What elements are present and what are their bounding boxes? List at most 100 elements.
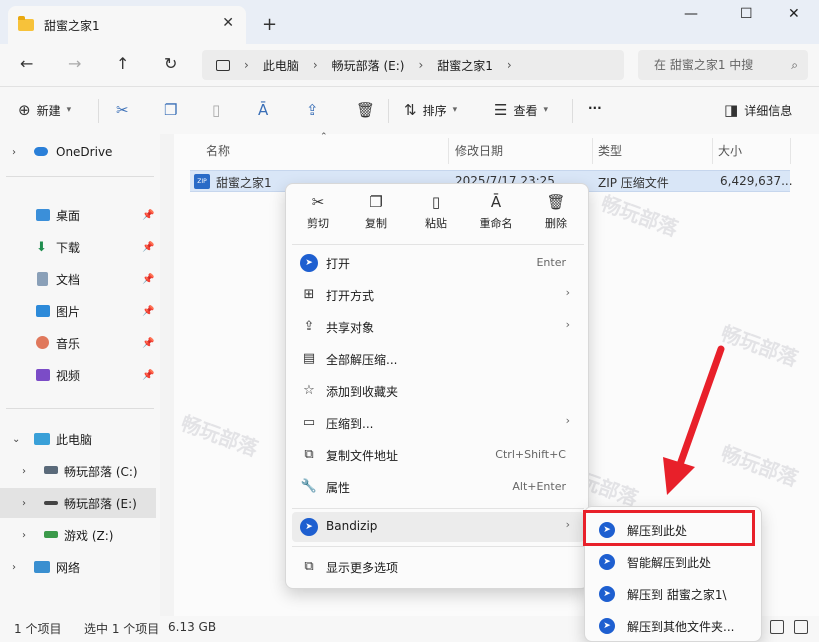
trash-icon: 🗑 [546,193,566,211]
document-icon [37,272,48,286]
sidebar-item-drive-c[interactable]: › 畅玩部落 (C:) [0,456,156,486]
copy-icon: ❐ [369,193,383,211]
sidebar-item-videos[interactable]: 视频 📌 [0,360,156,390]
menu-item-compress-to[interactable]: ▭ 压缩到... › [292,408,584,438]
view-icon: ☰ [494,101,508,119]
search-placeholder: 在 甜蜜之家1 中搜 [654,58,754,72]
sidebar-item-label: 游戏 (Z:) [64,528,114,543]
submenu-item-extract-to-folder[interactable]: ➤ 解压到 甜蜜之家1\ [591,579,757,609]
copy-button[interactable]: ❐ [164,101,177,119]
column-header-size[interactable]: 大小 [718,142,742,159]
sidebar-scrollbar[interactable] [160,134,174,616]
sidebar-item-network[interactable]: › 网络 [0,552,156,582]
drive-icon [44,531,58,538]
paste-button[interactable]: ▯ 粘贴 [410,192,462,231]
menu-item-bandizip[interactable]: ➤ Bandizip › [292,512,584,542]
share-icon: ⇪ [306,101,319,119]
sidebar-item-documents[interactable]: 文档 📌 [0,264,156,294]
sidebar-item-desktop[interactable]: 桌面 📌 [0,200,156,230]
tiles-view-icon[interactable] [794,620,808,634]
menu-item-copy-path[interactable]: ⧉ 复制文件地址 Ctrl+Shift+C [292,440,584,470]
chevron-down-icon: ⌄ [12,433,21,445]
sidebar-item-this-pc[interactable]: ⌄ 此电脑 [0,424,156,454]
sort-button[interactable]: ⇅ 排序 ▾ [404,101,457,119]
menu-item-share[interactable]: ⇪ 共享对象 › [292,312,584,342]
menu-item-label: 解压到 甜蜜之家1\ [627,588,727,602]
divider [572,99,573,123]
column-header-date[interactable]: 修改日期 [455,142,503,159]
cut-button[interactable]: ✂ 剪切 [292,192,344,231]
forward-arrow-icon[interactable]: → [68,54,81,73]
tab-close-button[interactable]: ✕ [222,15,234,31]
details-view-icon[interactable] [770,620,784,634]
breadcrumb[interactable]: › 此电脑 › 畅玩部落 (E:) › 甜蜜之家1 › [202,50,624,80]
menu-item-properties[interactable]: 🔧 属性 Alt+Enter [292,472,584,502]
file-size: 6,429,637... [720,174,793,188]
close-button[interactable]: ✕ [788,6,800,22]
menu-item-more-options[interactable]: ⧉ 显示更多选项 [292,552,584,582]
view-button[interactable]: ☰ 查看 ▾ [494,101,548,119]
share-button[interactable]: ⇪ [306,101,319,119]
menu-item-open[interactable]: ➤ 打开 Enter [292,248,584,278]
sidebar-item-label: 畅玩部落 (E:) [64,496,137,511]
search-input[interactable]: 在 甜蜜之家1 中搜 ⌕ [638,50,808,80]
submenu-item-extract-other[interactable]: ➤ 解压到其他文件夹... [591,611,757,641]
breadcrumb-item[interactable]: 甜蜜之家1 [437,57,493,74]
cut-button[interactable]: ✂ [116,101,129,119]
sidebar-item-drive-z[interactable]: › 游戏 (Z:) [0,520,156,550]
back-arrow-icon[interactable]: ← [20,54,33,73]
sidebar-item-drive-e[interactable]: › 畅玩部落 (E:) [0,488,156,518]
selected-size: 6.13 GB [168,620,217,634]
sidebar-item-downloads[interactable]: ⬇ 下载 📌 [0,232,156,262]
sidebar-item-onedrive[interactable]: › OneDrive [0,137,156,167]
menu-item-open-with[interactable]: ⊞ 打开方式 › [292,280,584,310]
delete-button[interactable]: 🗑 [356,101,375,119]
title-bar: 甜蜜之家1 ✕ + — ☐ ✕ [0,0,819,44]
breadcrumb-item[interactable]: 畅玩部落 (E:) [332,57,405,74]
menu-item-add-favorites[interactable]: ☆ 添加到收藏夹 [292,376,584,406]
submenu-item-smart-extract[interactable]: ➤ 智能解压到此处 [591,547,757,577]
more-button[interactable]: ··· [588,101,602,115]
pin-icon[interactable]: 📌 [142,210,154,221]
column-header-name[interactable]: 名称 [206,142,230,159]
pin-icon[interactable]: 📌 [142,242,154,253]
menu-item-extract-all[interactable]: ▤ 全部解压缩... [292,344,584,374]
menu-item-shortcut: Enter [536,256,566,269]
refresh-icon[interactable]: ↻ [164,54,177,73]
rename-button[interactable]: Ā [258,101,268,119]
sidebar-item-music[interactable]: 音乐 📌 [0,328,156,358]
pin-icon[interactable]: 📌 [142,306,154,317]
context-menu: ✂ 剪切 ❐ 复制 ▯ 粘贴 Ā 重命名 🗑 删除 ➤ 打开 Enter ⊞ 打… [285,183,589,589]
rename-label: 重命名 [479,217,513,230]
details-button[interactable]: ◨ 详细信息 [724,101,792,119]
chevron-right-icon: › [565,318,570,331]
rename-button[interactable]: Ā 重命名 [470,192,522,231]
file-name: 甜蜜之家1 [216,176,272,190]
breadcrumb-item[interactable]: 此电脑 [263,57,299,74]
minimize-button[interactable]: — [684,6,698,22]
menu-item-label: Bandizip [326,519,378,533]
scissors-icon: ✂ [311,193,325,211]
chevron-right-icon: › [22,529,26,541]
paste-button[interactable]: ▯ [212,101,220,119]
new-tab-button[interactable]: + [262,14,277,35]
pin-icon[interactable]: 📌 [142,274,154,285]
delete-button[interactable]: 🗑 删除 [530,192,582,231]
new-button[interactable]: ⊕ 新建 ▾ [18,101,71,119]
copy-button[interactable]: ❐ 复制 [350,192,402,231]
sidebar-item-pictures[interactable]: 图片 📌 [0,296,156,326]
up-arrow-icon[interactable]: ↑ [116,54,129,73]
divider [292,244,584,245]
divider [790,138,791,164]
pin-icon[interactable]: 📌 [142,338,154,349]
pin-icon[interactable]: 📌 [142,370,154,381]
tab-active[interactable]: 甜蜜之家1 ✕ [8,6,246,44]
column-header-type[interactable]: 类型 [598,142,622,159]
bandizip-icon: ➤ [599,618,615,634]
copy-label: 复制 [365,217,387,230]
open-with-icon: ⊞ [303,287,315,302]
chevron-right-icon: › [565,286,570,299]
divider [292,508,584,509]
menu-item-label: 显示更多选项 [326,561,399,575]
maximize-button[interactable]: ☐ [740,6,753,22]
